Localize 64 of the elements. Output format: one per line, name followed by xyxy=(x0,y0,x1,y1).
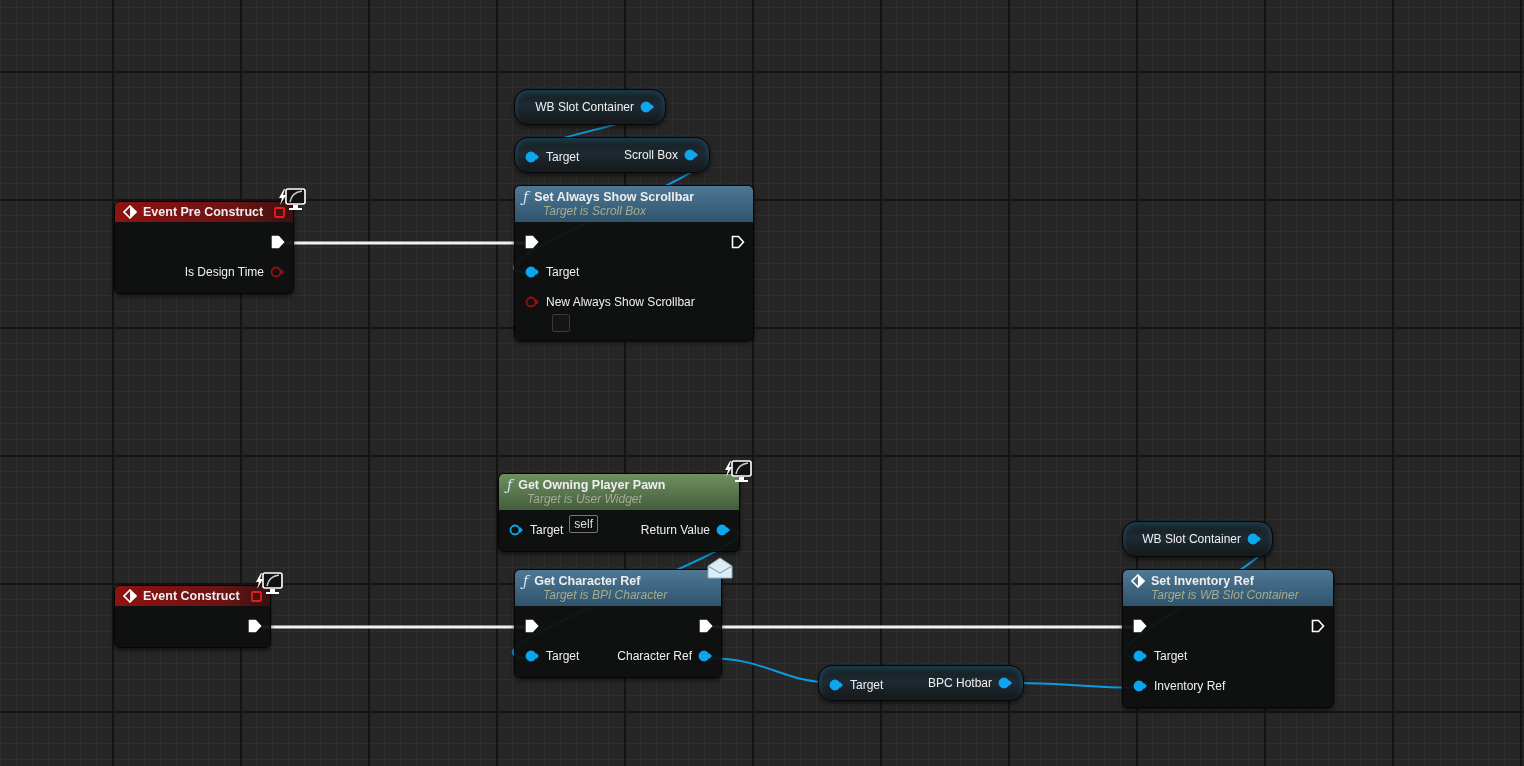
exec-pin[interactable] xyxy=(248,619,262,633)
data-pin[interactable] xyxy=(525,151,540,163)
exec-pin[interactable] xyxy=(1133,619,1147,633)
data-pin[interactable] xyxy=(1133,650,1148,662)
data-pin[interactable] xyxy=(998,677,1013,689)
data-pin[interactable] xyxy=(509,524,524,536)
graph-node[interactable]: ƒ Get Character Ref Target is BPI Character Target Character Ref xyxy=(514,569,722,678)
graph-node[interactable]: ƒ Set Always Show Scrollbar Target is Scroll Box Target New Always Show Scrollbar xyxy=(514,185,754,341)
node-title: Get Character Ref xyxy=(534,574,641,588)
delegate-pin[interactable] xyxy=(251,590,262,602)
diamond-icon xyxy=(123,589,137,603)
graph-node[interactable]: Event Pre Construct Is Design Time xyxy=(114,201,294,294)
data-pin[interactable] xyxy=(640,101,655,113)
diamond-icon xyxy=(1131,574,1145,588)
pin-label: New Always Show Scrollbar xyxy=(546,295,695,309)
node-title: Get Owning Player Pawn xyxy=(518,478,666,492)
variable-node[interactable]: WB Slot Container xyxy=(1122,521,1273,557)
node-subtitle: Target is BPI Character xyxy=(542,588,669,602)
pin-label: Target xyxy=(850,678,884,692)
data-pin[interactable] xyxy=(1133,680,1148,692)
node-title: Event Construct xyxy=(143,589,240,603)
default-value-field[interactable]: self xyxy=(569,515,599,533)
graph-node[interactable]: ƒ Get Owning Player Pawn Target is User Widget Target self Return Value xyxy=(498,473,740,552)
pin-label: WB Slot Container xyxy=(535,100,634,114)
pin-label: BPC Hotbar xyxy=(927,676,992,690)
pin-label: Target xyxy=(530,523,564,537)
exec-pin[interactable] xyxy=(525,235,539,249)
pin-label: Target xyxy=(546,649,580,663)
pin-label: WB Slot Container xyxy=(1142,532,1241,546)
variable-node[interactable]: Target BPC Hotbar xyxy=(818,665,1024,701)
data-pin[interactable] xyxy=(525,650,540,662)
pin-label: Return Value xyxy=(640,523,710,537)
data-pin[interactable] xyxy=(1247,533,1262,545)
node-subtitle: Target is WB Slot Container xyxy=(1150,588,1300,602)
pin-label: Scroll Box xyxy=(623,148,678,162)
graph-node[interactable]: Set Inventory Ref Target is WB Slot Container Target Inventory Ref xyxy=(1122,569,1334,708)
pin-label: Character Ref xyxy=(617,649,692,663)
pin-label: Is Design Time xyxy=(184,265,264,279)
node-subtitle: Target is Scroll Box xyxy=(542,204,647,218)
data-pin[interactable] xyxy=(525,266,540,278)
node-title: Set Always Show Scrollbar xyxy=(534,190,695,204)
exec-pin[interactable] xyxy=(731,235,745,249)
checkbox[interactable] xyxy=(552,314,570,332)
node-title: Event Pre Construct xyxy=(143,205,264,219)
data-pin[interactable] xyxy=(698,650,713,662)
diamond-icon xyxy=(123,205,137,219)
variable-node[interactable]: WB Slot Container xyxy=(514,89,666,125)
exec-pin[interactable] xyxy=(525,619,539,633)
pin-label: Target xyxy=(546,150,580,164)
graph-canvas[interactable] xyxy=(0,0,1524,766)
node-subtitle: Target is User Widget xyxy=(526,492,643,506)
delegate-pin[interactable] xyxy=(274,206,285,218)
pin-label: Target xyxy=(1154,649,1188,663)
variable-node[interactable]: Target Scroll Box xyxy=(514,137,710,173)
exec-pin[interactable] xyxy=(699,619,713,633)
data-pin[interactable] xyxy=(716,524,731,536)
data-pin[interactable] xyxy=(684,149,699,161)
data-pin[interactable] xyxy=(829,679,844,691)
pin-label: Inventory Ref xyxy=(1154,679,1226,693)
graph-node[interactable]: Event Construct xyxy=(114,585,271,648)
pin-label: Target xyxy=(546,265,580,279)
exec-pin[interactable] xyxy=(1311,619,1325,633)
node-title: Set Inventory Ref xyxy=(1151,574,1254,588)
exec-pin[interactable] xyxy=(271,235,285,249)
